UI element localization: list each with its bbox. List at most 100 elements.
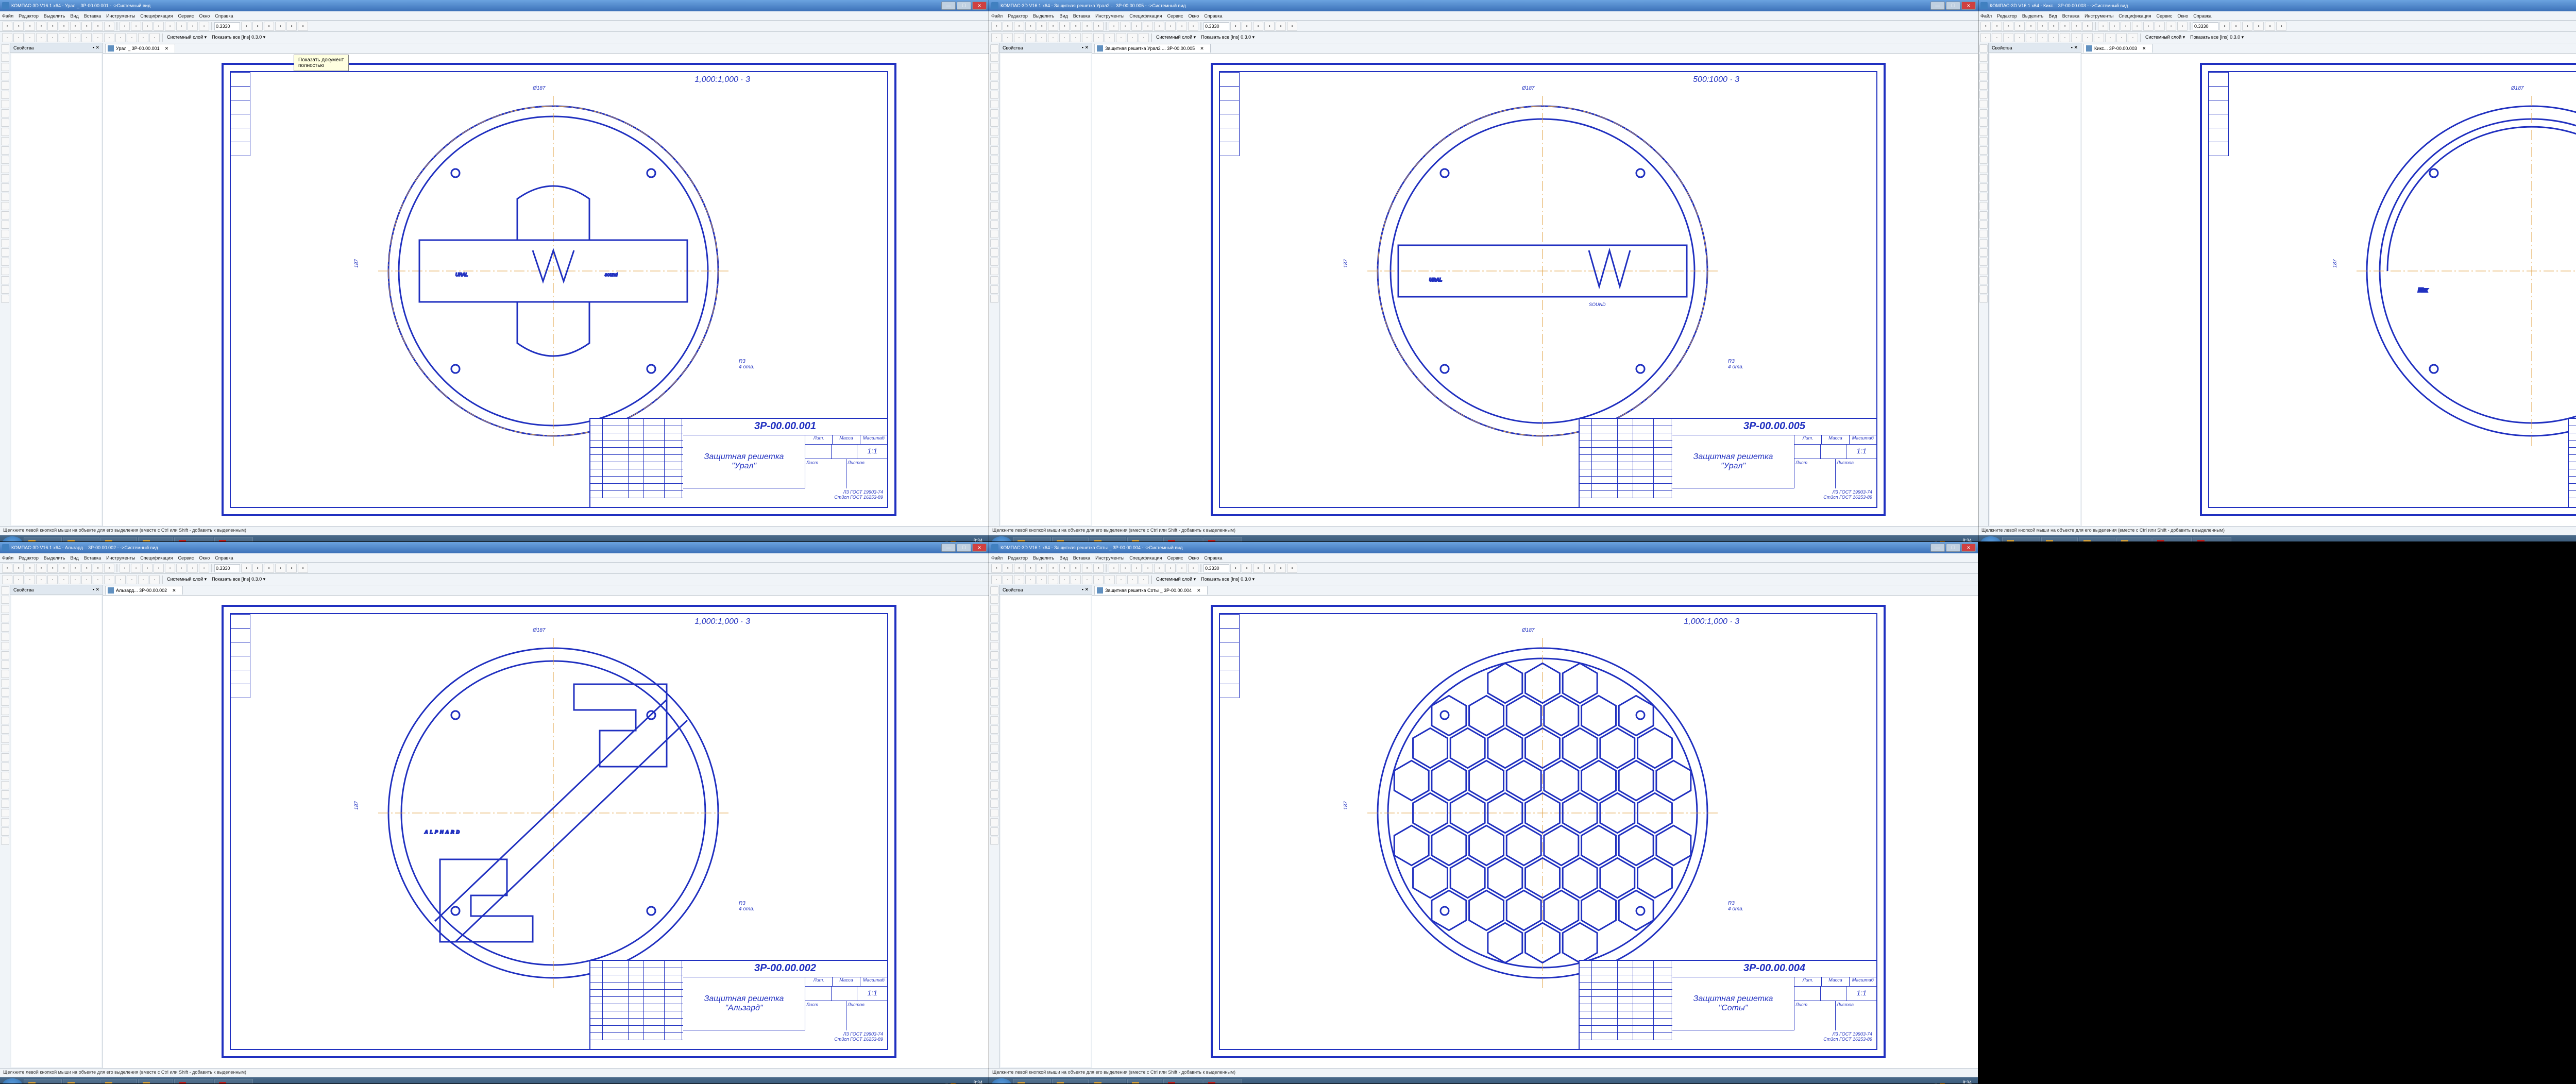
menu-item[interactable]: Спецификация <box>2119 13 2151 19</box>
toolbar-button[interactable]: ▫ <box>1037 564 1047 573</box>
left-tool[interactable] <box>1 295 9 303</box>
drawing-canvas[interactable]: 1,000:1,000 · 3 Ø187 187 R3 4 отв. 3Р-00… <box>1092 596 1978 1068</box>
menu-item[interactable]: Файл <box>2 555 13 561</box>
toolbar-button[interactable]: · <box>59 575 69 584</box>
taskbar-item[interactable]: FastCAM <box>24 537 62 542</box>
toolbar-button[interactable]: ▫ <box>2014 22 2025 31</box>
tab-close-icon[interactable]: ✕ <box>2142 46 2146 52</box>
toolbar-button[interactable]: ▫ <box>81 22 92 31</box>
toolbar-button[interactable]: ▪ <box>252 22 263 31</box>
show-all-combo[interactable]: Показать все [Ins] 0.3.0 ▾ <box>210 577 267 582</box>
taskbar-item[interactable]: 01 - Mail <box>1090 1079 1126 1084</box>
toolbar-button[interactable]: · <box>104 33 114 42</box>
layer-combo[interactable]: Системный слой ▾ <box>165 35 209 40</box>
layer-combo[interactable]: Системный слой ▾ <box>2143 35 2187 40</box>
close-button[interactable]: ✕ <box>1961 2 1976 10</box>
menu-item[interactable]: Спецификация <box>140 555 173 561</box>
left-tool[interactable] <box>990 660 998 669</box>
menu-item[interactable]: Справка <box>2193 13 2211 19</box>
toolbar-button[interactable]: · <box>1116 575 1126 584</box>
taskbar-item[interactable]: Грили... <box>1127 537 1162 542</box>
toolbar-button[interactable]: ◦ <box>1143 22 1153 31</box>
left-tool[interactable] <box>990 221 998 229</box>
taskbar-item[interactable]: Kompas... <box>174 1079 214 1084</box>
toolbar-button[interactable]: ▪ <box>275 564 285 573</box>
toolbar-button[interactable]: ◦ <box>1120 22 1130 31</box>
left-tool[interactable] <box>1 660 9 669</box>
toolbar-button[interactable]: ▪ <box>264 564 274 573</box>
left-tool[interactable] <box>1 642 9 650</box>
menu-item[interactable]: Редактор <box>19 13 39 19</box>
taskbar-item[interactable]: 01 - Mail <box>1090 537 1126 542</box>
toolbar-button[interactable]: ◦ <box>1120 564 1130 573</box>
left-tool[interactable] <box>1979 211 1988 219</box>
toolbar-button[interactable]: ◦ <box>1165 564 1176 573</box>
toolbar-button[interactable]: · <box>47 33 58 42</box>
menu-item[interactable]: Спецификация <box>1129 555 1162 561</box>
toolbar-button[interactable]: ▫ <box>47 564 58 573</box>
left-tool[interactable] <box>990 725 998 734</box>
left-tool[interactable] <box>1979 248 1988 257</box>
left-tool[interactable] <box>990 642 998 650</box>
menu-item[interactable]: Справка <box>215 555 233 561</box>
left-tool[interactable] <box>1979 118 1988 127</box>
taskbar-item[interactable]: Kompas... <box>2153 537 2192 542</box>
toolbar-button[interactable]: ▪ <box>298 22 308 31</box>
toolbar-button[interactable]: · <box>93 33 103 42</box>
toolbar-button[interactable]: · <box>70 33 80 42</box>
left-tool[interactable] <box>1 670 9 678</box>
maximize-button[interactable]: ☐ <box>957 2 971 10</box>
toolbar-button[interactable]: ▪ <box>1253 564 1263 573</box>
left-tool[interactable] <box>1 781 9 789</box>
toolbar-button[interactable]: ◦ <box>131 22 141 31</box>
left-tool[interactable] <box>1979 193 1988 201</box>
toolbar-button[interactable]: · <box>1059 33 1070 42</box>
left-tool[interactable] <box>1 276 9 284</box>
system-tray[interactable]: ▴ 🔊 📶8:3413.01.2020 <box>936 1079 987 1084</box>
left-tool[interactable] <box>990 100 998 108</box>
doc-tab[interactable]: Кикс... 3Р-00.00.003✕ <box>2083 44 2153 53</box>
start-button[interactable] <box>2 1078 23 1084</box>
left-tool[interactable] <box>990 688 998 697</box>
taskbar-item[interactable]: Грили... <box>138 537 173 542</box>
left-tool[interactable] <box>1 679 9 687</box>
toolbar-button[interactable]: ◦ <box>2177 22 2188 31</box>
toolbar-button[interactable]: ▫ <box>93 564 103 573</box>
panel-close-icon[interactable]: ▪ ✕ <box>2071 45 2078 50</box>
left-tool[interactable] <box>990 772 998 780</box>
left-tool[interactable] <box>1 614 9 622</box>
left-tool[interactable] <box>990 623 998 632</box>
left-tool[interactable] <box>990 230 998 238</box>
taskbar-item[interactable]: Папка ... <box>2041 537 2078 542</box>
toolbar-button[interactable]: · <box>1093 575 1104 584</box>
left-tool[interactable] <box>990 818 998 826</box>
left-tool[interactable] <box>1 725 9 734</box>
toolbar-button[interactable]: ▪ <box>1230 22 1241 31</box>
left-tool[interactable] <box>1 193 9 201</box>
left-tool[interactable] <box>1 753 9 761</box>
toolbar-button[interactable]: ▫ <box>1003 22 1013 31</box>
toolbar-button[interactable]: · <box>127 575 137 584</box>
menu-item[interactable]: Вид <box>70 555 78 561</box>
toolbar-button[interactable]: · <box>47 575 58 584</box>
left-tool[interactable] <box>990 44 998 53</box>
menu-item[interactable]: Сервис <box>178 13 194 19</box>
doc-tab[interactable]: Урал _ 3Р-00.00.001✕ <box>105 44 175 53</box>
left-tool[interactable] <box>1 165 9 173</box>
toolbar-button[interactable]: ◦ <box>199 22 209 31</box>
left-tool[interactable] <box>990 707 998 715</box>
start-button[interactable] <box>2 536 23 542</box>
left-tool[interactable] <box>990 193 998 201</box>
menu-item[interactable]: Вставка <box>1073 13 1090 19</box>
taskbar-item[interactable]: kompas... <box>2193 537 2231 542</box>
toolbar-button[interactable]: · <box>25 33 35 42</box>
close-button[interactable]: ✕ <box>972 544 987 552</box>
left-tool[interactable] <box>1979 221 1988 229</box>
left-tool[interactable] <box>1979 276 1988 284</box>
toolbar-button[interactable]: · <box>81 575 92 584</box>
toolbar-button[interactable]: · <box>1025 575 1036 584</box>
menu-item[interactable]: Сервис <box>178 555 194 561</box>
left-tool[interactable] <box>1 688 9 697</box>
menu-item[interactable]: Вид <box>70 13 78 19</box>
doc-tab[interactable]: Альзард... 3Р-00.00.002✕ <box>105 586 183 595</box>
